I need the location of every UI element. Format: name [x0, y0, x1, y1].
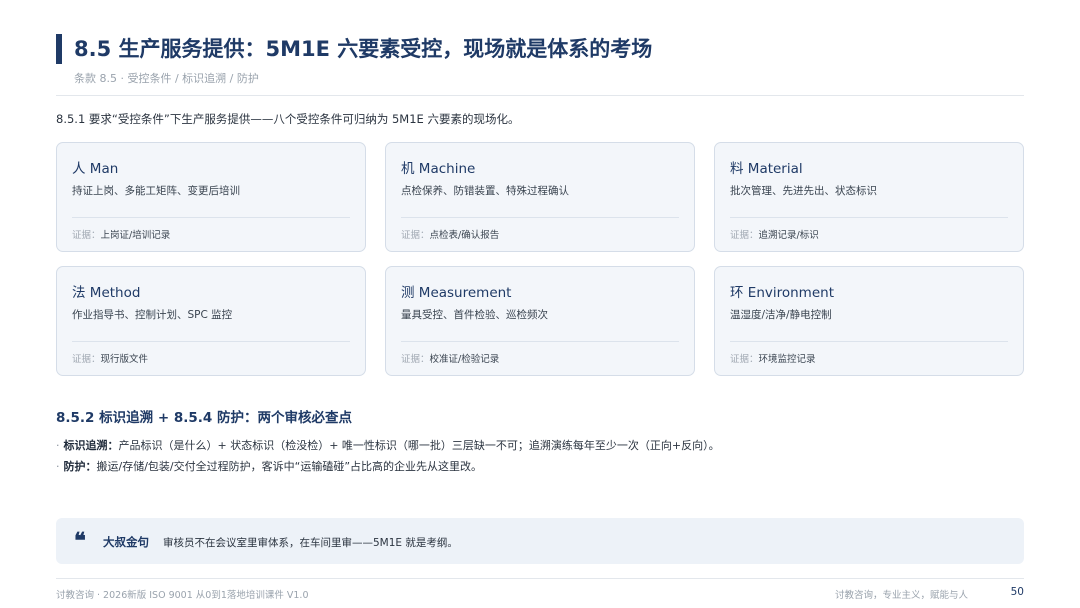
quote-icon: ❝ — [74, 528, 86, 554]
page-subtitle: 条款 8.5 · 受控条件 / 标识追溯 / 防护 — [74, 72, 259, 85]
evidence-text: 追溯记录/标识 — [758, 230, 819, 241]
card-title: 料 Material — [730, 161, 803, 177]
evidence-label: 证据： — [401, 230, 430, 241]
card-description: 点检保养、防错装置、特殊过程确认 — [401, 185, 569, 197]
evidence-label: 证据： — [401, 354, 430, 365]
bullet-dot: · — [56, 439, 60, 452]
card-machine: 机 Machine 点检保养、防错装置、特殊过程确认 证据：点检表/确认报告 — [385, 142, 695, 252]
card-description: 批次管理、先进先出、状态标识 — [730, 185, 877, 197]
card-divider — [72, 217, 350, 218]
evidence-text: 校准证/检验记录 — [429, 354, 500, 365]
card-evidence: 证据：追溯记录/标识 — [730, 227, 819, 241]
bullet-text: 产品标识（是什么）+ 状态标识（检没检）+ 唯一性标识（哪一批）三层缺一不可；追… — [118, 439, 720, 452]
card-title: 测 Measurement — [401, 285, 512, 301]
title-accent-bar — [56, 34, 62, 64]
footer-divider — [56, 578, 1024, 579]
bullet-dot: · — [56, 460, 60, 473]
evidence-label: 证据： — [72, 354, 101, 365]
intro-text: 8.5.1 要求“受控条件”下生产服务提供——八个受控条件可归纳为 5M1E 六… — [56, 112, 520, 126]
card-divider — [401, 341, 679, 342]
card-method: 法 Method 作业指导书、控制计划、SPC 监控 证据：现行版文件 — [56, 266, 366, 376]
evidence-label: 证据： — [730, 354, 759, 365]
evidence-text: 环境监控记录 — [758, 354, 816, 365]
card-title: 人 Man — [72, 161, 119, 177]
bullet-traceability: · 标识追溯：产品标识（是什么）+ 状态标识（检没检）+ 唯一性标识（哪一批）三层… — [56, 437, 720, 453]
bullet-key: 防护： — [63, 460, 97, 473]
quote-author: 大叔金句 — [103, 535, 149, 549]
card-title: 环 Environment — [730, 285, 834, 301]
evidence-text: 点检表/确认报告 — [429, 230, 500, 241]
card-divider — [730, 217, 1008, 218]
evidence-text: 上岗证/培训记录 — [100, 230, 171, 241]
card-divider — [72, 341, 350, 342]
quote-box: ❝ 大叔金句 审核员不在会议室里审体系，在车间里审——5M1E 就是考纲。 — [56, 518, 1024, 564]
card-evidence: 证据：校准证/检验记录 — [401, 351, 499, 365]
card-description: 量具受控、首件检验、巡检频次 — [401, 309, 548, 321]
page-title: 8.5 生产服务提供：5M1E 六要素受控，现场就是体系的考场 — [74, 37, 653, 61]
bullet-key: 标识追溯： — [63, 439, 119, 452]
card-material: 料 Material 批次管理、先进先出、状态标识 证据：追溯记录/标识 — [714, 142, 1024, 252]
title-divider — [56, 95, 1024, 96]
bullet-preservation: · 防护：搬运/存储/包装/交付全过程防护，客诉中“运输磕碰”占比高的企业先从这里… — [56, 458, 482, 474]
card-evidence: 证据：环境监控记录 — [730, 351, 816, 365]
evidence-label: 证据： — [730, 230, 759, 241]
card-measurement: 测 Measurement 量具受控、首件检验、巡检频次 证据：校准证/检验记录 — [385, 266, 695, 376]
card-environment: 环 Environment 温湿度/洁净/静电控制 证据：环境监控记录 — [714, 266, 1024, 376]
card-divider — [401, 217, 679, 218]
card-evidence: 证据：现行版文件 — [72, 351, 148, 365]
evidence-label: 证据： — [72, 230, 101, 241]
card-divider — [730, 341, 1008, 342]
card-description: 持证上岗、多能工矩阵、变更后培训 — [72, 185, 240, 197]
evidence-text: 现行版文件 — [100, 354, 149, 365]
card-man: 人 Man 持证上岗、多能工矩阵、变更后培训 证据：上岗证/培训记录 — [56, 142, 366, 252]
footer-left-text: 讨教咨询 · 2026新版 ISO 9001 从0到1落地培训课件 V1.0 — [56, 590, 309, 601]
footer-right-text: 讨教咨询，专业主义，赋能与人 — [834, 590, 968, 601]
card-title: 机 Machine — [401, 161, 476, 177]
section-heading: 8.5.2 标识追溯 + 8.5.4 防护：两个审核必查点 — [56, 410, 352, 426]
card-description: 温湿度/洁净/静电控制 — [730, 309, 832, 321]
card-evidence: 证据：上岗证/培训记录 — [72, 227, 170, 241]
quote-text: 审核员不在会议室里审体系，在车间里审——5M1E 就是考纲。 — [163, 537, 458, 549]
card-evidence: 证据：点检表/确认报告 — [401, 227, 499, 241]
card-title: 法 Method — [72, 285, 141, 301]
bullet-text: 搬运/存储/包装/交付全过程防护，客诉中“运输磕碰”占比高的企业先从这里改。 — [96, 460, 483, 473]
card-description: 作业指导书、控制计划、SPC 监控 — [72, 309, 233, 321]
page-number: 50 — [1010, 586, 1024, 598]
